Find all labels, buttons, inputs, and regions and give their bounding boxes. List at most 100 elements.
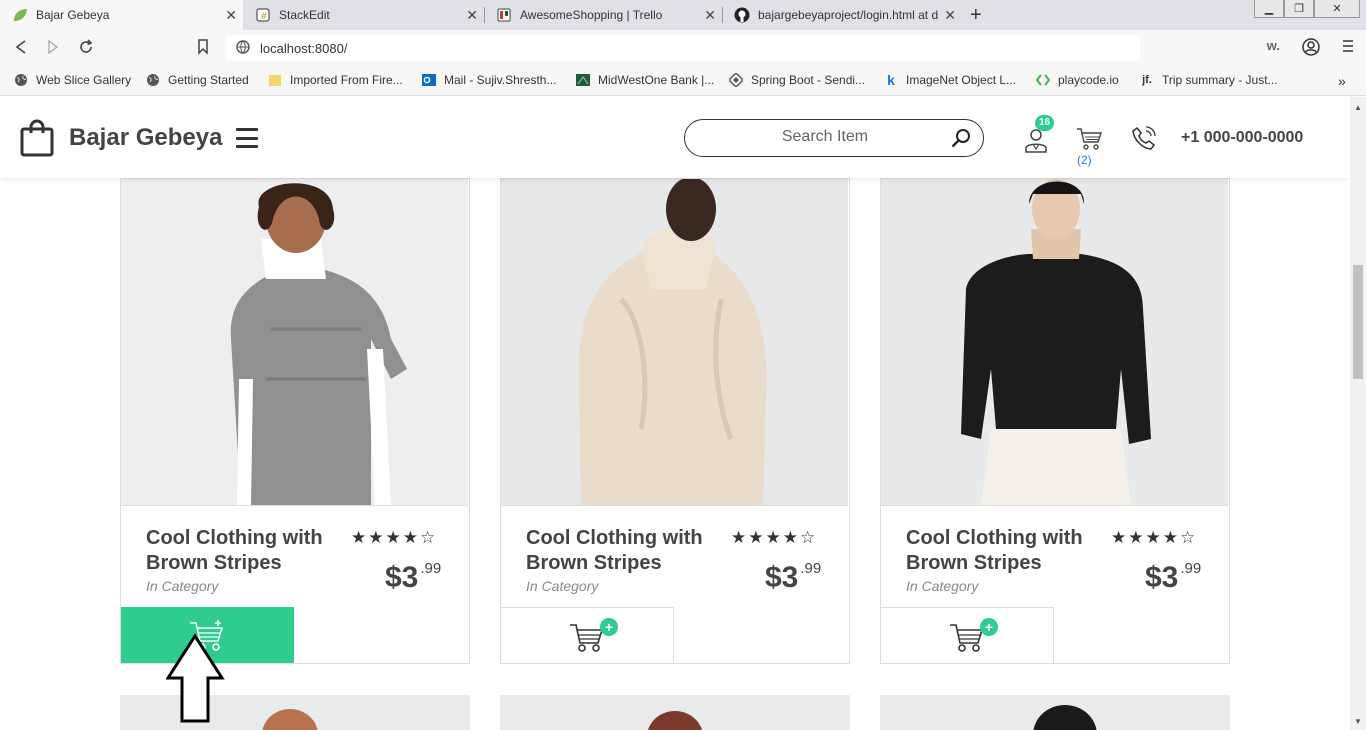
justfly-icon: jf. (1142, 74, 1152, 86)
globe-icon (146, 73, 160, 87)
minimize-icon[interactable]: ▁ (1254, 0, 1284, 18)
product-info: Cool Clothing with Brown Stripes In Cate… (121, 505, 468, 607)
product-category: In Category (146, 578, 219, 594)
product-price: $3.99 (385, 560, 441, 595)
tab-trello[interactable]: AwesomeShopping | Trello ✕ (484, 0, 722, 30)
close-window-icon[interactable]: ✕ (1314, 0, 1360, 18)
site-info-icon[interactable] (236, 39, 250, 57)
window-controls: ▁ ❐ ✕ (1254, 0, 1360, 18)
bookmark-label: Getting Started (168, 73, 249, 87)
phone-icon[interactable] (1131, 125, 1157, 151)
tab-github[interactable]: bajargebeyaproject/login.html at d ✕ (722, 0, 962, 30)
new-tab-button[interactable]: + (970, 4, 982, 27)
bookmark-label: ImageNet Object L... (906, 73, 1017, 87)
bookmark-item[interactable]: Getting Started (146, 73, 249, 87)
product-name[interactable]: Cool Clothing with Brown Stripes (906, 526, 1096, 576)
product-card: Cool Clothing with Brown Stripes In Cate… (120, 178, 470, 664)
bookmark-label: Spring Boot - Sendi... (751, 73, 866, 87)
rating-stars: ★★★★☆ (1111, 528, 1198, 547)
back-icon[interactable] (14, 39, 28, 60)
scroll-down-icon[interactable]: ▼ (1354, 717, 1362, 726)
url-text: localhost:8080/ (260, 40, 348, 56)
github-icon (734, 7, 750, 23)
product-card: Cool Clothing with Brown Stripes In Cate… (880, 178, 1230, 664)
shopping-bag-icon[interactable] (20, 119, 54, 157)
trello-icon (496, 7, 512, 23)
url-bar[interactable]: localhost:8080/ (226, 35, 1140, 61)
brand-name[interactable]: Bajar Gebeya (69, 124, 222, 152)
toolbar-right: w. (1267, 38, 1354, 60)
outlook-icon (422, 73, 436, 87)
bookmark-icon[interactable] (197, 39, 209, 60)
playcode-icon (1036, 73, 1050, 87)
tab-title: bajargebeyaproject/login.html at d (758, 8, 939, 22)
close-tab-icon[interactable]: ✕ (225, 7, 237, 24)
product-image[interactable] (881, 179, 1228, 505)
price-cents: .99 (800, 560, 822, 577)
bookmark-item[interactable]: MidWestOne Bank |... (576, 73, 714, 87)
add-to-cart-button[interactable]: + (881, 607, 1054, 663)
product-image[interactable] (880, 695, 1230, 730)
cart-count[interactable]: (2) (1077, 153, 1092, 167)
globe-icon (14, 73, 28, 87)
product-name[interactable]: Cool Clothing with Brown Stripes (146, 526, 336, 576)
product-category: In Category (906, 578, 979, 594)
product-card: Cool Clothing with Brown Stripes In Cate… (500, 178, 850, 664)
product-name[interactable]: Cool Clothing with Brown Stripes (526, 526, 716, 576)
bookmark-item[interactable]: playcode.io (1036, 73, 1119, 87)
bookmark-item[interactable]: Mail - Sujiv.Shresth... (422, 73, 556, 87)
menu-icon[interactable] (1342, 38, 1354, 60)
tab-stackedit[interactable]: # StackEdit ✕ (243, 0, 484, 30)
annotation-arrow-icon (166, 633, 225, 723)
tab-bajar-gebeya[interactable]: Bajar Gebeya ✕ (0, 0, 243, 30)
bookmark-label: playcode.io (1058, 73, 1119, 87)
close-tab-icon[interactable]: ✕ (944, 7, 956, 24)
hamburger-menu-icon[interactable] (236, 128, 258, 148)
bookmark-label: MidWestOne Bank |... (598, 73, 715, 87)
bookmark-label: Web Slice Gallery (36, 73, 132, 87)
browser-tabstrip: Bajar Gebeya ✕ # StackEdit ✕ AwesomeShop… (0, 0, 1366, 30)
product-category: In Category (526, 578, 599, 594)
bookmark-item[interactable]: Web Slice Gallery (14, 73, 131, 87)
bookmark-item[interactable]: jf. Trip summary - Just... (1140, 73, 1278, 87)
scrollbar-thumb[interactable] (1353, 265, 1363, 379)
price-cents: .99 (420, 560, 442, 577)
refresh-icon[interactable] (78, 39, 94, 60)
product-price: $3.99 (1145, 560, 1201, 595)
search-box (684, 119, 984, 157)
phone-number[interactable]: +1 000-000-0000 (1181, 129, 1303, 147)
scroll-up-icon[interactable]: ▲ (1354, 103, 1362, 112)
rating-stars: ★★★★☆ (351, 528, 438, 547)
forward-icon[interactable] (46, 39, 60, 60)
search-input[interactable] (705, 128, 945, 146)
bookmark-label: Mail - Sujiv.Shresth... (444, 73, 557, 87)
close-tab-icon[interactable]: ✕ (466, 7, 478, 24)
close-tab-icon[interactable]: ✕ (704, 7, 716, 24)
add-to-cart-button[interactable]: + (501, 607, 674, 663)
bookmarks-bar: Web Slice Gallery Getting Started Import… (0, 66, 1366, 96)
price-dollars: $3 (1145, 561, 1179, 594)
page-scrollbar[interactable]: ▲ ▼ (1350, 97, 1366, 730)
wappalyzer-icon[interactable]: w. (1267, 38, 1280, 60)
product-info: Cool Clothing with Brown Stripes In Cate… (501, 505, 848, 607)
stackedit-icon: # (255, 7, 271, 23)
user-notification-badge: 16 (1035, 115, 1054, 131)
leaf-icon (12, 7, 28, 23)
bookmark-label: Trip summary - Just... (1162, 73, 1278, 87)
search-icon[interactable] (951, 128, 971, 148)
bookmark-item[interactable]: Imported From Fire... (268, 73, 403, 87)
diamond-icon (729, 73, 743, 87)
bookmark-item[interactable]: k ImageNet Object L... (884, 72, 1017, 88)
address-toolbar: localhost:8080/ w. (0, 30, 1366, 66)
cart-icon[interactable] (1076, 127, 1102, 151)
product-image[interactable] (121, 179, 468, 505)
product-image[interactable] (500, 695, 850, 730)
bank-icon (576, 73, 590, 87)
more-bookmarks-icon[interactable]: » (1338, 73, 1346, 89)
restore-icon[interactable]: ❐ (1284, 0, 1314, 18)
bookmark-item[interactable]: Spring Boot - Sendi... (729, 73, 865, 87)
profile-icon[interactable] (1302, 38, 1320, 60)
product-image[interactable] (501, 179, 848, 505)
tab-title: Bajar Gebeya (36, 8, 110, 22)
product-info: Cool Clothing with Brown Stripes In Cate… (881, 505, 1228, 607)
